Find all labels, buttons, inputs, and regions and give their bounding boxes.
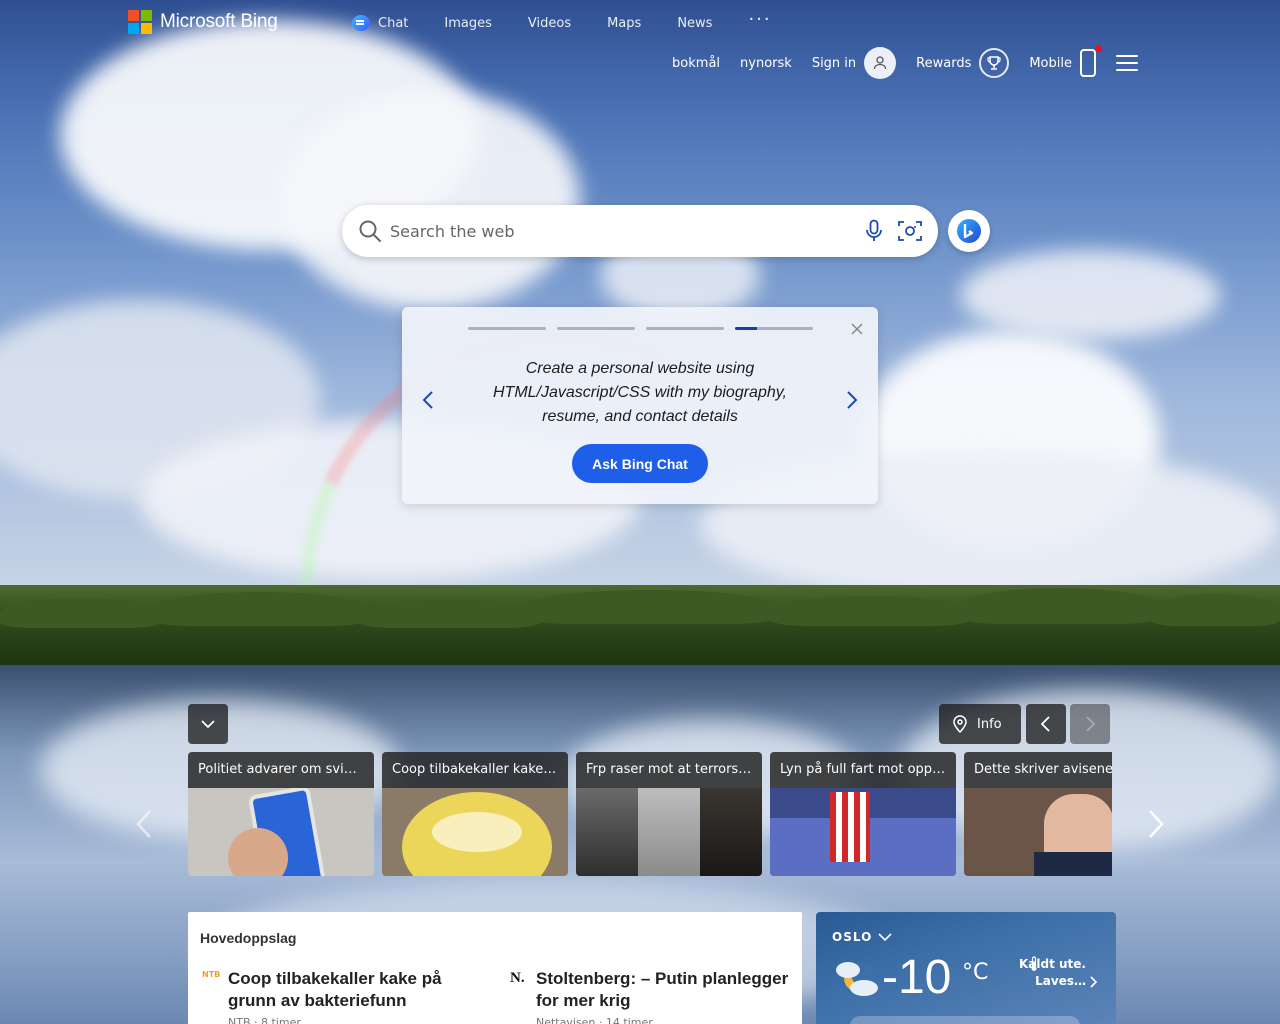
lang-bokmal-link[interactable]: bokmål	[672, 56, 720, 71]
headline-meta: Nettavisen · 14 timer	[536, 1016, 653, 1024]
chevron-down-icon	[201, 720, 215, 729]
news-card-image	[576, 788, 762, 876]
rewards-button[interactable]: Rewards	[916, 48, 1010, 78]
news-card[interactable]: Lyn på full fart mot opprykk	[770, 752, 956, 876]
next-image-button[interactable]	[1070, 704, 1110, 744]
carousel-prev-arrow[interactable]	[134, 808, 154, 840]
info-label: Info	[977, 716, 1002, 732]
microsoft-logo-icon	[128, 10, 152, 34]
chevron-left-icon[interactable]	[420, 389, 436, 411]
news-card[interactable]: Frp raser mot at terrorsiktede	[576, 752, 762, 876]
phone-icon	[1080, 45, 1102, 77]
nav-news[interactable]: News	[677, 14, 712, 32]
news-carousel: Politiet advarer om svindel Coop tilbake…	[188, 752, 1112, 876]
chat-suggestion-card: Create a personal website using HTML/Jav…	[402, 307, 878, 504]
top-stories-heading: Hovedoppslag	[200, 930, 297, 946]
image-info-button[interactable]: Info	[939, 704, 1021, 744]
source-ntb-icon: NTB	[202, 970, 221, 979]
progress-step	[468, 327, 546, 330]
card-progress	[468, 327, 813, 330]
search-box	[342, 205, 938, 257]
news-card[interactable]: Dette skriver avisene	[964, 752, 1112, 876]
news-card-title: Frp raser mot at terrorsiktede	[576, 752, 762, 788]
account-bar: bokmål nynorsk Sign in Rewards Mobile	[672, 45, 1138, 79]
suggestion-text: Create a personal website using HTML/Jav…	[492, 360, 787, 425]
news-card-image	[382, 788, 568, 876]
headline-meta: NTB · 8 timer	[228, 1016, 301, 1024]
rewards-label: Rewards	[916, 55, 972, 71]
sign-in-label: Sign in	[811, 55, 857, 71]
weather-unit[interactable]: °C	[962, 960, 988, 985]
news-card[interactable]: Coop tilbakekaller kake på grunn av bakt…	[382, 752, 568, 876]
chevron-down-icon	[878, 933, 892, 942]
weather-forecast-bar	[850, 1016, 1080, 1024]
microphone-icon[interactable]	[860, 217, 888, 245]
close-icon[interactable]	[850, 321, 864, 335]
headline-title: Coop tilbakekaller kake på grunn av bakt…	[228, 969, 442, 1010]
news-card-image	[770, 788, 956, 876]
chevron-right-icon	[1086, 716, 1095, 732]
nav-chat[interactable]: Chat	[352, 14, 408, 32]
hamburger-menu-icon[interactable]	[1116, 55, 1138, 71]
news-card-title: Lyn på full fart mot opprykk	[770, 752, 956, 788]
previous-image-button[interactable]	[1026, 704, 1066, 744]
nav-chat-label: Chat	[378, 15, 409, 31]
progress-step	[646, 327, 724, 330]
search-input[interactable]	[390, 221, 860, 241]
weather-city: OSLO	[832, 930, 873, 944]
top-navigation: Chat Images Videos Maps News ···	[352, 9, 772, 32]
weather-location[interactable]: OSLO	[832, 930, 892, 944]
weather-note: Kaldt ute. Laves…	[1019, 957, 1086, 988]
progress-step-active	[735, 327, 813, 330]
news-card-title: Coop tilbakekaller kake på grunn av bakt…	[382, 752, 568, 788]
search-icon[interactable]	[358, 219, 382, 243]
news-card-image	[188, 788, 374, 876]
weather-widget[interactable]: OSLO -10 °C Kaldt ute. Laves…	[816, 912, 1116, 1024]
sign-in-button[interactable]: Sign in	[811, 47, 897, 79]
chevron-right-icon[interactable]	[1090, 976, 1098, 988]
chevron-left-icon	[136, 810, 151, 838]
weather-temperature: -10	[882, 951, 952, 1004]
chevron-left-icon	[1041, 716, 1050, 732]
location-pin-icon	[953, 715, 967, 733]
source-nettavisen-icon: N.	[510, 970, 525, 986]
chat-icon	[352, 15, 370, 31]
news-card-title: Dette skriver avisene	[964, 752, 1112, 788]
visual-search-icon[interactable]	[896, 217, 924, 245]
trophy-icon	[979, 48, 1010, 78]
more-menu-button[interactable]: ···	[748, 9, 771, 30]
headline-title: Stoltenberg: – Putin planlegger for mer …	[536, 969, 789, 1010]
nav-images[interactable]: Images	[444, 14, 492, 32]
lang-nynorsk-link[interactable]: nynorsk	[740, 56, 792, 71]
carousel-next-arrow[interactable]	[1146, 808, 1166, 840]
chevron-right-icon[interactable]	[844, 389, 860, 411]
progress-step	[557, 327, 635, 330]
mobile-button[interactable]: Mobile	[1029, 45, 1102, 77]
collapse-feed-button[interactable]	[188, 704, 228, 744]
news-card[interactable]: Politiet advarer om svindel	[188, 752, 374, 876]
partly-cloudy-night-icon	[836, 962, 878, 996]
chevron-right-icon	[1149, 810, 1164, 838]
ask-bing-chat-button[interactable]: Ask Bing Chat	[572, 444, 708, 483]
user-avatar-icon	[864, 47, 897, 79]
nav-videos[interactable]: Videos	[528, 14, 571, 32]
top-stories-panel: Hovedoppslag NTB Coop tilbakekaller kake…	[188, 912, 802, 1024]
nav-maps[interactable]: Maps	[607, 14, 641, 32]
brand-name: Microsoft Bing	[160, 11, 278, 32]
news-card-image	[964, 788, 1112, 876]
bing-logo[interactable]: Microsoft Bing	[128, 10, 278, 34]
news-card-title: Politiet advarer om svindel	[188, 752, 374, 788]
bing-chat-icon[interactable]	[948, 210, 990, 252]
mobile-label: Mobile	[1029, 55, 1072, 71]
